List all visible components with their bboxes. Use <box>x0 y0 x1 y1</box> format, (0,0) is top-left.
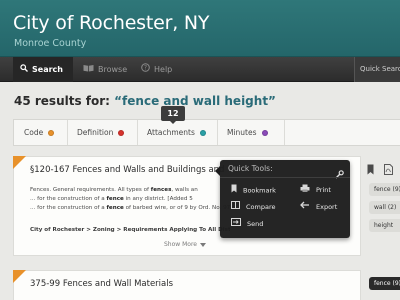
send-icon <box>231 218 241 230</box>
result-number: §120-167 <box>30 165 70 175</box>
result-title[interactable]: §120-167 Fences and Walls and Buildings … <box>30 165 224 175</box>
print-label: Print <box>316 186 331 194</box>
keyword-tag[interactable]: wall (2) <box>369 201 400 214</box>
excerpt-line: ... for the construction of a fence of b… <box>30 204 230 213</box>
keyword-tag[interactable]: fence (9) <box>369 277 400 290</box>
send-button[interactable]: Send <box>231 218 263 230</box>
export-button[interactable]: Export <box>300 201 337 213</box>
quick-tools-popover: Quick Tools: Bookmark Print Compare Expo… <box>215 160 350 238</box>
definition-dot-icon <box>118 130 125 136</box>
compare-button[interactable]: Compare <box>231 201 276 213</box>
export-label: Export <box>316 203 338 211</box>
wrench-icon[interactable] <box>335 164 344 183</box>
nav-browse[interactable]: Browse <box>83 57 127 82</box>
bookmark-icon[interactable] <box>367 160 374 179</box>
code-dot-icon <box>48 130 55 136</box>
nav-help[interactable]: ? Help <box>141 57 172 82</box>
site-subtitle: Monroe County <box>14 38 87 49</box>
send-label: Send <box>247 220 264 228</box>
keyword-tag[interactable]: height <box>369 219 400 232</box>
help-icon: ? <box>141 57 150 82</box>
result-title-text: Fences and Walls and Buildings and <box>72 165 225 175</box>
quick-tools-divider <box>220 177 350 178</box>
result-title-text: Fences and Wall Materials <box>62 279 174 289</box>
result-number: 375-99 <box>30 279 61 289</box>
svg-text:?: ? <box>144 65 147 72</box>
main-nav: Search Browse ? Help Quick Search <box>0 57 400 82</box>
nav-search-label: Search <box>32 65 63 74</box>
attachments-dot-icon <box>199 130 206 136</box>
result-card[interactable]: 375-99 Fences and Wall Materials <box>13 270 361 300</box>
results-count: 45 results for: <box>14 94 110 108</box>
result-type-tabs: Code Definition Attachments Minutes <box>13 119 400 146</box>
site-header: City of Rochester, NY Monroe County <box>0 0 400 57</box>
tab-divider <box>67 120 68 145</box>
result-excerpt: Fences. General requirements. All types … <box>30 186 230 213</box>
show-more-button[interactable]: Show More <box>164 241 206 248</box>
export-icon <box>300 201 310 213</box>
tab-divider <box>284 120 285 145</box>
chevron-down-icon <box>199 242 206 247</box>
excerpt-line: Fences. General requirements. All types … <box>30 187 198 193</box>
site-title[interactable]: City of Rochester, NY <box>13 12 210 34</box>
tab-minutes-label: Minutes <box>227 128 257 137</box>
tab-divider <box>217 120 218 145</box>
pdf-icon[interactable] <box>384 160 393 179</box>
bookmark-button[interactable]: Bookmark <box>231 184 276 196</box>
quick-tools-title: Quick Tools: <box>228 164 273 173</box>
result-title[interactable]: 375-99 Fences and Wall Materials <box>30 279 173 289</box>
nav-search[interactable]: Search <box>13 57 73 82</box>
results-heading: 45 results for: “fence and wall height” <box>14 94 276 108</box>
tab-definition-label: Definition <box>77 128 114 137</box>
compare-label: Compare <box>246 203 276 211</box>
compare-icon <box>231 201 240 213</box>
tab-divider <box>137 120 138 145</box>
nav-help-label: Help <box>154 65 173 74</box>
code-corner-marker <box>13 156 26 169</box>
print-button[interactable]: Print <box>300 184 331 196</box>
search-icon <box>20 57 28 82</box>
result-breadcrumb[interactable]: City of Rochester > Zoning > Requirement… <box>30 227 230 233</box>
minutes-dot-icon <box>261 130 268 136</box>
tab-code-label: Code <box>24 128 44 137</box>
nav-browse-label: Browse <box>98 65 128 74</box>
tab-code[interactable]: Code <box>24 120 55 145</box>
code-corner-marker <box>13 270 26 283</box>
results-query: “fence and wall height” <box>114 94 276 108</box>
tab-definition[interactable]: Definition <box>77 120 125 145</box>
tab-attachments[interactable]: Attachments <box>147 120 206 145</box>
book-icon <box>83 57 94 82</box>
print-icon <box>300 184 310 196</box>
bookmark-label: Bookmark <box>243 186 276 195</box>
keyword-tag[interactable]: fence (9) <box>369 183 400 196</box>
tab-attachments-label: Attachments <box>147 128 195 137</box>
excerpt-line: ... for the construction of a fence in a… <box>30 196 193 202</box>
bookmark-icon <box>231 184 237 197</box>
attachments-count-badge: 12 <box>161 106 185 124</box>
quick-search-button[interactable]: Quick Search <box>354 57 400 82</box>
show-more-label: Show More <box>164 241 197 248</box>
tab-minutes[interactable]: Minutes <box>227 120 268 145</box>
